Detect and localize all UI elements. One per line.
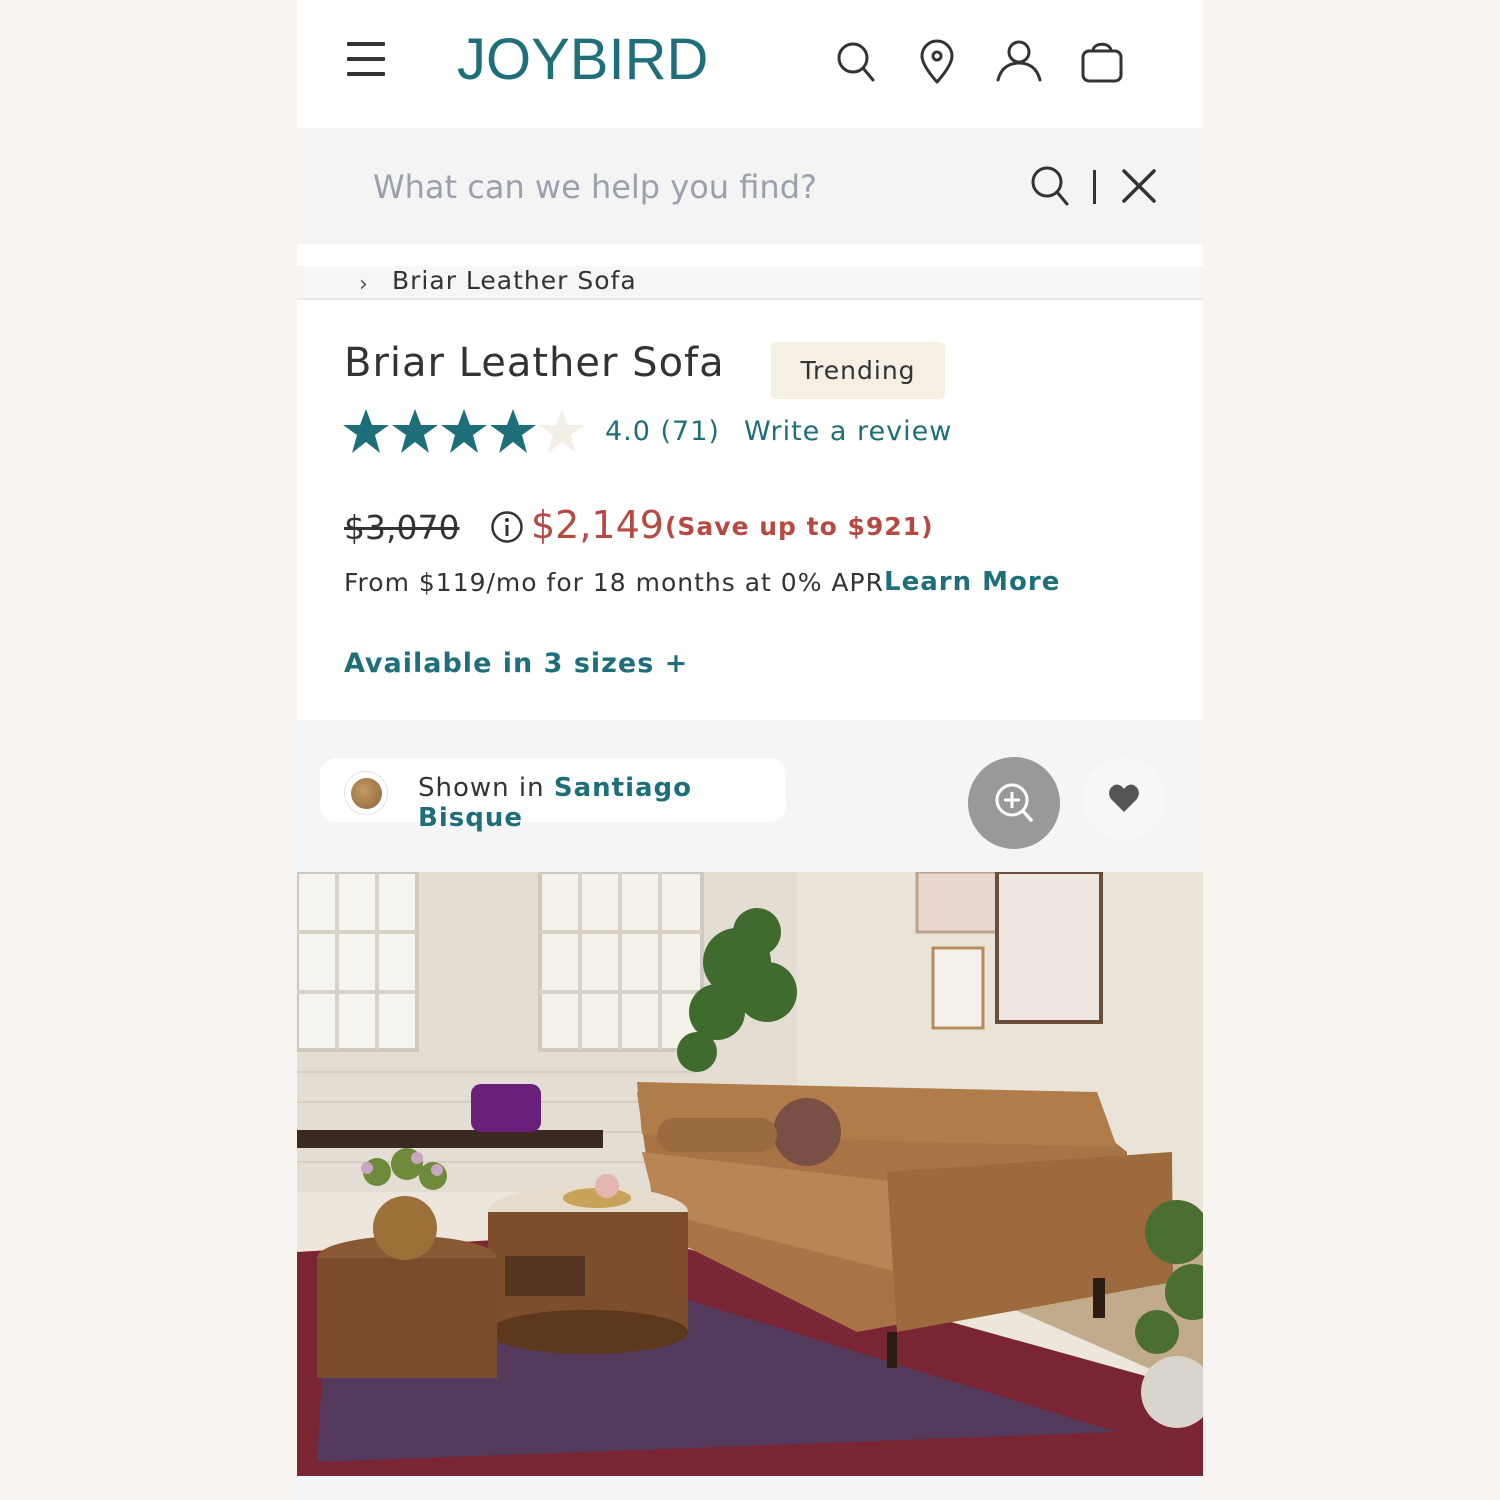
rating-count[interactable]: 4.0 (71) bbox=[605, 416, 720, 447]
financing-text: From $119/mo for 18 months at 0% APR bbox=[344, 568, 884, 597]
search-submit-icon[interactable] bbox=[1029, 164, 1073, 208]
close-icon[interactable] bbox=[1119, 166, 1159, 206]
heart-icon[interactable] bbox=[1083, 758, 1165, 840]
product-photo[interactable] bbox=[297, 872, 1203, 1476]
location-pin-icon[interactable] bbox=[911, 36, 963, 88]
breadcrumb: › Briar Leather Sofa bbox=[297, 266, 1203, 300]
star-filled-icon bbox=[441, 409, 487, 453]
site-logo[interactable]: JOYBIRD bbox=[457, 26, 708, 93]
sale-price: $2,149 bbox=[531, 503, 664, 547]
savings-text: (Save up to $921) bbox=[665, 512, 934, 541]
bench bbox=[297, 1130, 603, 1148]
star-filled-icon bbox=[490, 409, 536, 453]
zoom-in-icon[interactable] bbox=[968, 757, 1060, 849]
breadcrumb-current[interactable]: Briar Leather Sofa bbox=[392, 266, 637, 295]
rating-stars[interactable] bbox=[342, 406, 587, 458]
star-filled-icon bbox=[392, 409, 438, 453]
search-divider bbox=[1093, 170, 1096, 204]
product-page: JOYBIRD › Briar Leather Sofa Briar Leath… bbox=[297, 0, 1203, 1500]
shown-in-pill[interactable]: Shown in Santiago Bisque bbox=[320, 758, 786, 833]
original-price: $3,070 bbox=[344, 508, 460, 547]
bottom-strip bbox=[297, 1476, 1203, 1500]
write-review-link[interactable]: Write a review bbox=[744, 416, 952, 447]
gallery-toolbar: Shown in Santiago Bisque bbox=[297, 720, 1203, 872]
shopping-bag-icon[interactable] bbox=[1076, 36, 1128, 88]
search-input[interactable] bbox=[373, 164, 973, 210]
art-frame-2 bbox=[995, 872, 1103, 1024]
art-frame-3 bbox=[931, 946, 985, 1030]
window-center bbox=[538, 872, 704, 1052]
menu-icon[interactable] bbox=[347, 42, 385, 76]
shown-in-label: Shown in Santiago Bisque bbox=[418, 773, 786, 833]
product-title: Briar Leather Sofa bbox=[344, 340, 725, 386]
available-sizes-toggle[interactable]: Available in 3 sizes + bbox=[344, 648, 688, 679]
trending-badge: Trending bbox=[771, 342, 945, 399]
vase bbox=[373, 1196, 437, 1260]
user-icon[interactable] bbox=[993, 36, 1045, 88]
info-icon[interactable] bbox=[490, 510, 524, 544]
window-left bbox=[297, 872, 419, 1052]
learn-more-link[interactable]: Learn More bbox=[884, 567, 1060, 597]
site-header: JOYBIRD bbox=[297, 0, 1203, 128]
chevron-right-icon: › bbox=[359, 272, 368, 297]
shown-in-prefix: Shown in bbox=[418, 773, 554, 803]
round-pillow bbox=[773, 1098, 841, 1166]
color-swatch[interactable] bbox=[344, 771, 388, 815]
art-frame-1 bbox=[915, 872, 999, 934]
purple-pillow bbox=[471, 1084, 541, 1132]
search-bar bbox=[297, 128, 1203, 244]
star-filled-icon bbox=[343, 409, 389, 453]
star-empty-icon bbox=[539, 409, 585, 453]
sofa-room-scene bbox=[297, 872, 1203, 1476]
search-icon[interactable] bbox=[831, 36, 883, 88]
